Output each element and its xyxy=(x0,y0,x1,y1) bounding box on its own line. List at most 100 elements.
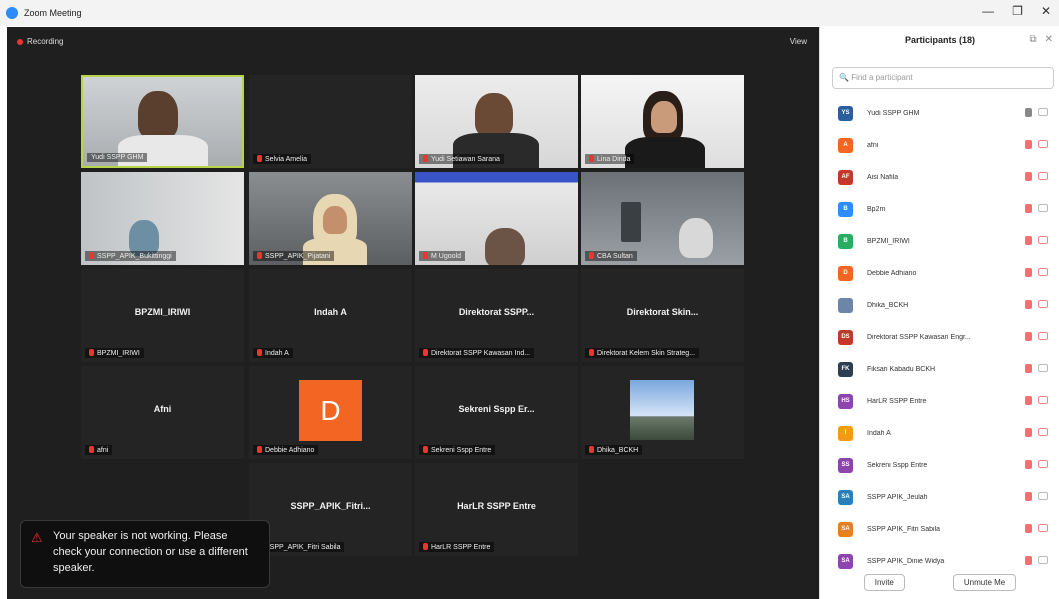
avatar: SA xyxy=(838,553,853,569)
video-tile[interactable]: SSPP_APIK_Pijatani xyxy=(249,172,412,265)
zoom-logo-icon xyxy=(6,7,18,19)
video-tile[interactable]: Direktorat SSPP... Direktorat SSPP Kawas… xyxy=(415,269,578,362)
list-item[interactable]: D Debbie Adhiano xyxy=(820,257,1059,289)
mic-muted-icon[interactable] xyxy=(1025,332,1032,341)
mic-muted-icon[interactable] xyxy=(1025,364,1032,373)
mic-muted-icon[interactable] xyxy=(1025,204,1032,213)
avatar xyxy=(630,380,694,440)
window-controls: — ❐ ✕ xyxy=(982,4,1051,18)
list-item[interactable]: FK Fiksari Kabadu BCKH xyxy=(820,353,1059,385)
video-tile[interactable]: Direktorat Skin... Direktorat Kelem Skin… xyxy=(581,269,744,362)
video-tile[interactable]: Sekreni Sspp Er... Sekreni Sspp Entre xyxy=(415,366,578,459)
camera-off-icon[interactable] xyxy=(1038,332,1048,340)
close-button[interactable]: ✕ xyxy=(1041,4,1051,18)
video-tile[interactable]: M Ugoold xyxy=(415,172,578,265)
video-tile[interactable]: HarLR SSPP Entre HarLR SSPP Entre xyxy=(415,463,578,556)
mic-muted-icon[interactable] xyxy=(1025,492,1032,501)
tile-name-label: afni xyxy=(85,445,113,455)
mic-muted-icon[interactable] xyxy=(1025,236,1032,245)
list-item[interactable]: SA SSPP APIK_Jeulah xyxy=(820,481,1059,513)
camera-off-icon[interactable] xyxy=(1038,396,1048,404)
mic-muted-icon xyxy=(257,155,262,162)
tile-name-label: SSPP_APIK_Bukittinggi xyxy=(85,251,176,261)
mic-muted-icon[interactable] xyxy=(1025,428,1032,437)
camera-off-icon[interactable] xyxy=(1038,460,1048,468)
list-item[interactable]: I Indah A xyxy=(820,417,1059,449)
list-item[interactable]: HS HarLR SSPP Entre xyxy=(820,385,1059,417)
list-item[interactable]: DS Direktorat SSPP Kawasan Engr... xyxy=(820,321,1059,353)
list-item[interactable]: Aafni xyxy=(820,129,1059,161)
camera-off-icon[interactable] xyxy=(1038,140,1048,148)
list-item[interactable]: YS Yudi SSPP GHM xyxy=(820,97,1059,129)
participant-name: Direktorat SSPP Kawasan Engr... xyxy=(867,333,971,341)
tile-name-label: Indah A xyxy=(253,348,293,358)
video-tile[interactable]: Selvia Amelia xyxy=(249,75,412,168)
tile-name-label: Sekreni Sspp Entre xyxy=(419,445,496,455)
camera-off-icon[interactable] xyxy=(1038,236,1048,244)
mic-muted-icon[interactable] xyxy=(1025,460,1032,469)
camera-icon[interactable] xyxy=(1038,556,1048,564)
close-panel-icon[interactable]: ✕ xyxy=(1045,34,1053,45)
tile-center-name: Direktorat SSPP... xyxy=(458,307,535,317)
recording-dot-icon xyxy=(17,38,23,45)
mic-muted-icon[interactable] xyxy=(1025,300,1032,309)
camera-off-icon[interactable] xyxy=(1038,172,1048,180)
popout-icon[interactable]: ⧉ xyxy=(1029,34,1036,45)
mic-muted-icon[interactable] xyxy=(1025,556,1032,565)
avatar: B xyxy=(838,233,853,249)
camera-icon[interactable] xyxy=(1038,108,1048,116)
mic-muted-icon[interactable] xyxy=(1025,140,1032,149)
camera-icon[interactable] xyxy=(1038,492,1048,500)
mic-muted-icon[interactable] xyxy=(1025,524,1032,533)
tile-center-name: HarLR SSPP Entre xyxy=(457,501,536,511)
list-item[interactable]: B Bp2m xyxy=(820,193,1059,225)
minimize-button[interactable]: — xyxy=(982,4,994,18)
tile-name-label: Selvia Amelia xyxy=(253,154,312,164)
mic-muted-icon[interactable] xyxy=(1025,268,1032,277)
tile-name-label: Yudi Setiawan Sarana xyxy=(419,154,504,164)
camera-icon[interactable] xyxy=(1038,364,1048,372)
mic-muted-icon xyxy=(257,446,262,453)
camera-off-icon[interactable] xyxy=(1038,300,1048,308)
participant-name: Aisi Nafila xyxy=(867,173,899,181)
video-tile[interactable]: D Debbie Adhiano xyxy=(249,366,412,459)
camera-off-icon[interactable] xyxy=(1038,428,1048,436)
list-item[interactable]: AF Aisi Nafila xyxy=(820,161,1059,193)
participant-search-input[interactable]: 🔍 Find a participant xyxy=(832,67,1054,89)
mic-muted-icon xyxy=(257,252,262,259)
avatar: A xyxy=(838,137,853,153)
list-item[interactable]: Dhika_BCKH xyxy=(820,289,1059,321)
video-tile[interactable]: CBA Sultan xyxy=(581,172,744,265)
view-button[interactable]: View xyxy=(790,37,807,46)
list-item[interactable]: SS Sekreni Sspp Entre xyxy=(820,449,1059,481)
video-tile[interactable]: Dhika_BCKH xyxy=(581,366,744,459)
video-tile[interactable]: BPZMI_IRIWI BPZMI_IRIWI xyxy=(81,269,244,362)
mic-muted-icon[interactable] xyxy=(1025,396,1032,405)
video-tile[interactable]: Lina Dinda xyxy=(581,75,744,168)
avatar: SA xyxy=(838,489,853,505)
recording-indicator[interactable]: Recording xyxy=(17,37,63,46)
unmute-me-button[interactable]: Unmute Me xyxy=(952,574,1017,591)
avatar: YS xyxy=(838,105,853,121)
video-tile[interactable]: Yudi SSPP GHM xyxy=(81,75,244,168)
video-tile[interactable]: SSPP_APIK_Fitri... SSPP_APIK_Fitri Sabil… xyxy=(249,463,412,556)
list-item[interactable]: SA SSPP APIK_Dinie Widya xyxy=(820,545,1059,577)
invite-button[interactable]: Invite xyxy=(863,574,905,591)
mic-icon[interactable] xyxy=(1025,108,1032,117)
speaker-warning-toast[interactable]: ⚠ Your speaker is not working. Please ch… xyxy=(20,520,270,588)
list-item[interactable]: SA SSPP APIK_Fitri Sabila xyxy=(820,513,1059,545)
panel-controls: ⧉ ✕ xyxy=(1029,34,1053,45)
list-item[interactable]: B BPZMI_IRIWI xyxy=(820,225,1059,257)
video-tile[interactable]: Afni afni xyxy=(81,366,244,459)
mic-muted-icon[interactable] xyxy=(1025,172,1032,181)
video-tile[interactable]: Indah A Indah A xyxy=(249,269,412,362)
video-tile[interactable]: Yudi Setiawan Sarana xyxy=(415,75,578,168)
camera-off-icon[interactable] xyxy=(1038,268,1048,276)
camera-icon[interactable] xyxy=(1038,204,1048,212)
avatar: AF xyxy=(838,169,853,185)
tile-name-label: HarLR SSPP Entre xyxy=(419,542,495,552)
camera-off-icon[interactable] xyxy=(1038,524,1048,532)
maximize-button[interactable]: ❐ xyxy=(1012,4,1023,18)
avatar: SS xyxy=(838,457,853,473)
video-tile[interactable]: SSPP_APIK_Bukittinggi xyxy=(81,172,244,265)
